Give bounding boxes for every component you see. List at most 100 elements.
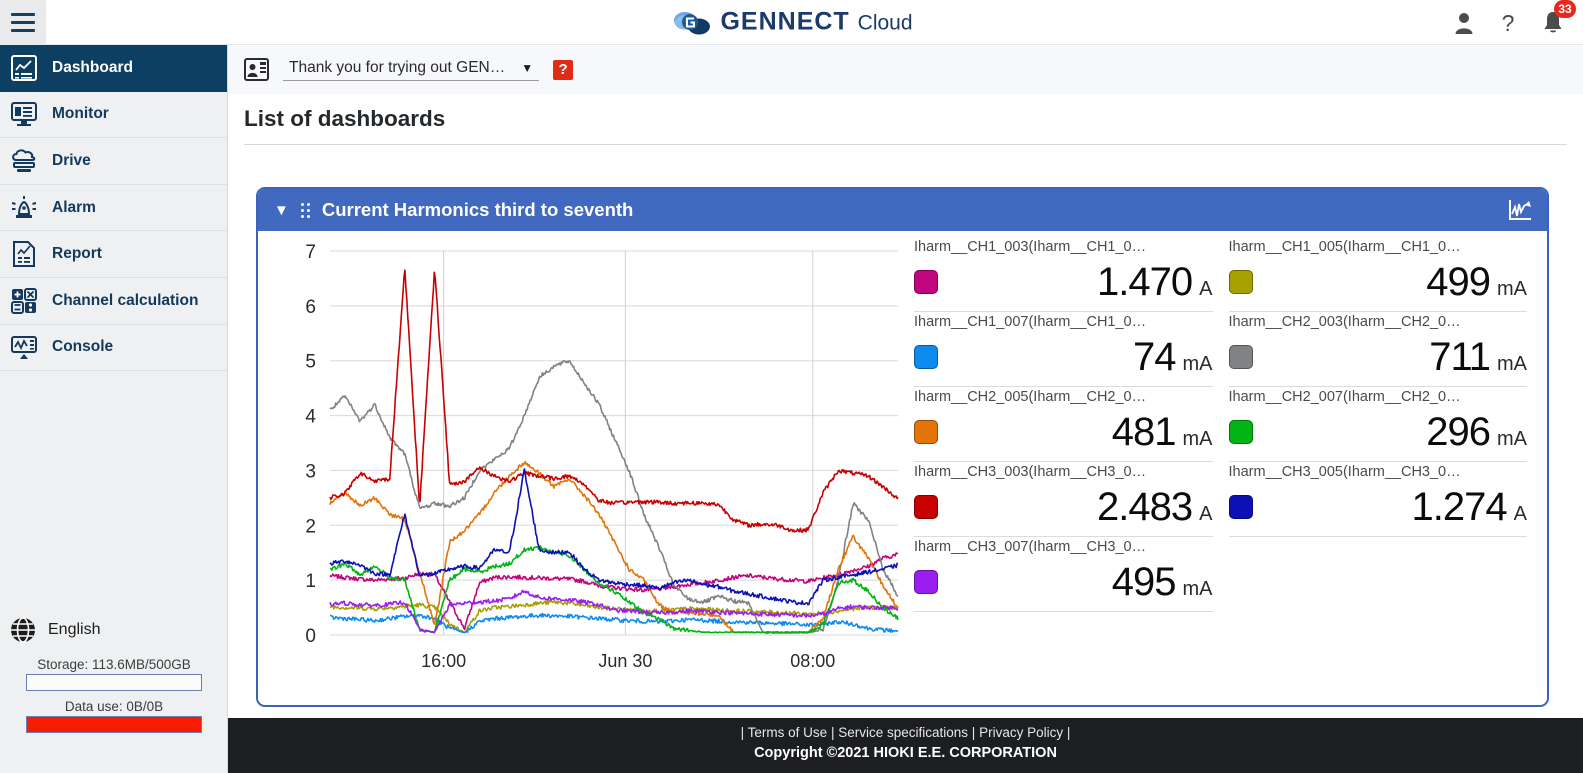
dashboard-card-body: 0 1 2 3 4 5 6 7 16:00 Jun 30 08:00 Iharm__CH1_003(… (258, 231, 1547, 707)
calculator-icon (10, 287, 38, 315)
drag-handle-icon[interactable] (300, 202, 310, 218)
language-selector[interactable]: English (0, 617, 228, 643)
footer-separator: | (971, 725, 976, 740)
dashboard-selector-value: Thank you for trying out GEN… (289, 58, 506, 76)
svg-text:6: 6 (305, 297, 316, 318)
legend-color-swatch[interactable] (914, 345, 938, 369)
legend-item[interactable]: Iharm__CH3_005(Iharm__CH3_0… 1.274 A (1228, 462, 1527, 537)
data-use-meter (26, 716, 202, 733)
svg-text:3: 3 (305, 461, 316, 482)
cloud-drive-icon (10, 147, 38, 175)
legend-series-name: Iharm__CH3_003(Iharm__CH3_0… (914, 464, 1147, 480)
notification-count-badge: 33 (1554, 0, 1576, 18)
sidebar-item-report[interactable]: Report (0, 231, 227, 278)
dashboard-card-title: Current Harmonics third to seventh (321, 199, 634, 220)
legend-value-row: 74 mA (914, 332, 1213, 382)
notification-bell-icon[interactable]: 33 (1541, 0, 1576, 35)
sidebar-item-alarm[interactable]: Alarm (0, 185, 227, 232)
question-mark-icon[interactable]: ? (1499, 11, 1517, 35)
sidebar-item-channel-calculation[interactable]: Channel calculation (0, 278, 227, 325)
svg-text:Jun 30: Jun 30 (598, 651, 652, 671)
legend-color-swatch[interactable] (914, 420, 938, 444)
collapse-toggle-icon[interactable]: ▼ (274, 202, 289, 219)
legend-color-swatch[interactable] (1228, 495, 1253, 519)
legend-reading: 1.470 A (938, 260, 1213, 304)
svg-text:0: 0 (305, 626, 316, 647)
legend-series-name: Iharm__CH2_007(Iharm__CH2_0… (1228, 389, 1461, 405)
legend-series-name: Iharm__CH2_005(Iharm__CH2_0… (914, 389, 1147, 405)
legend-value-row: 1.274 A (1228, 482, 1527, 532)
legend-item[interactable]: Iharm__CH2_005(Iharm__CH2_0… 481 mA (914, 387, 1213, 462)
sidebar-item-console[interactable]: Console (0, 325, 227, 372)
line-graph-icon[interactable] (1507, 198, 1533, 222)
monitor-screen-icon (10, 100, 38, 128)
brand-logo-area: GENNECT Cloud (670, 8, 913, 37)
dashboard-selector[interactable]: Thank you for trying out GEN… ▼ (283, 58, 540, 81)
brand-suffix: Cloud (857, 11, 913, 35)
legend-color-swatch[interactable] (914, 495, 938, 519)
footer-link-0[interactable]: Terms of Use (748, 725, 828, 740)
harmonics-line-chart[interactable]: 0 1 2 3 4 5 6 7 16:00 Jun 30 08:00 (258, 237, 906, 707)
legend-value-row: 711 mA (1228, 332, 1527, 382)
top-bar-actions: ? 33 (1453, 0, 1576, 45)
legend-color-swatch[interactable] (1228, 270, 1253, 294)
footer-link-2[interactable]: Privacy Policy (979, 725, 1063, 740)
sidebar-item-drive[interactable]: Drive (0, 138, 227, 185)
hamburger-menu-icon[interactable] (0, 0, 46, 45)
legend-series-name: Iharm__CH1_007(Iharm__CH1_0… (914, 314, 1147, 330)
legend-color-swatch[interactable] (1228, 345, 1253, 369)
svg-text:?: ? (1502, 11, 1515, 35)
legend-series-name: Iharm__CH2_003(Iharm__CH2_0… (1228, 314, 1461, 330)
dashboard-card: ▼ Current Harmonics third to seventh 0 1… (256, 187, 1549, 707)
legend-column-right: Iharm__CH1_005(Iharm__CH1_0… 499 mA Iharm__… (1228, 237, 1527, 705)
legend-color-swatch[interactable] (914, 270, 938, 294)
svg-text:4: 4 (305, 407, 316, 428)
globe-icon (10, 617, 36, 643)
legend-series-name: Iharm__CH3_005(Iharm__CH3_0… (1228, 464, 1461, 480)
legend-item[interactable]: Iharm__CH3_007(Iharm__CH3_0… 495 mA (914, 537, 1213, 612)
legend-item[interactable]: Iharm__CH2_007(Iharm__CH2_0… 296 mA (1228, 387, 1527, 462)
legend-item[interactable]: Iharm__CH2_003(Iharm__CH2_0… 711 mA (1228, 312, 1527, 387)
legend-color-swatch[interactable] (914, 570, 938, 594)
legend-number: 74 (1133, 335, 1176, 379)
legend-unit: A (1199, 278, 1213, 300)
legend-number: 495 (1111, 560, 1177, 604)
footer-separator: | (830, 725, 835, 740)
svg-text:5: 5 (305, 352, 316, 373)
legend-unit: mA (1182, 353, 1213, 375)
legend-value-row: 2.483 A (914, 482, 1213, 532)
footer-link-1[interactable]: Service specifications (838, 725, 968, 740)
legend-number: 499 (1426, 260, 1491, 304)
chevron-down-icon: ▼ (521, 60, 534, 75)
legend-number: 1.274 (1411, 485, 1508, 529)
chart-area[interactable]: 0 1 2 3 4 5 6 7 16:00 Jun 30 08:00 (258, 231, 906, 707)
legend-unit: A (1513, 503, 1527, 525)
legend-item[interactable]: Iharm__CH1_007(Iharm__CH1_0… 74 mA (914, 312, 1213, 387)
legend-number: 481 (1111, 410, 1177, 454)
sidebar-item-label: Report (52, 245, 102, 263)
account-card-icon (244, 58, 269, 81)
legend-item[interactable]: Iharm__CH3_003(Iharm__CH3_0… 2.483 A (914, 462, 1213, 537)
legend-value-row: 499 mA (1228, 257, 1527, 307)
sidebar-item-label: Dashboard (52, 58, 133, 76)
legend-value-row: 296 mA (1228, 407, 1527, 457)
legend-column-left: Iharm__CH1_003(Iharm__CH1_0… 1.470 A Iharm_… (914, 237, 1213, 705)
sidebar: Dashboard Monitor Drive Alarm Report Channel … (0, 45, 228, 773)
legend-item[interactable]: Iharm__CH1_005(Iharm__CH1_0… 499 mA (1228, 237, 1527, 312)
footer-separator: | (1066, 725, 1071, 740)
help-button[interactable]: ? (553, 59, 574, 80)
legend-number: 1.470 (1097, 260, 1193, 304)
sub-toolbar: Thank you for trying out GEN… ▼ ? (228, 45, 1583, 94)
footer-separator: | (740, 725, 745, 740)
sidebar-item-dashboard[interactable]: Dashboard (0, 45, 227, 92)
legend-item[interactable]: Iharm__CH1_003(Iharm__CH1_0… 1.470 A (914, 237, 1213, 312)
legend-color-swatch[interactable] (1228, 420, 1253, 444)
user-account-icon[interactable] (1453, 11, 1475, 35)
svg-text:7: 7 (305, 242, 316, 263)
alarm-light-icon (10, 194, 38, 222)
language-label: English (48, 621, 101, 638)
sidebar-item-monitor[interactable]: Monitor (0, 92, 227, 139)
legend-number: 296 (1426, 410, 1491, 454)
svg-text:1: 1 (305, 571, 316, 592)
title-divider (244, 144, 1567, 145)
